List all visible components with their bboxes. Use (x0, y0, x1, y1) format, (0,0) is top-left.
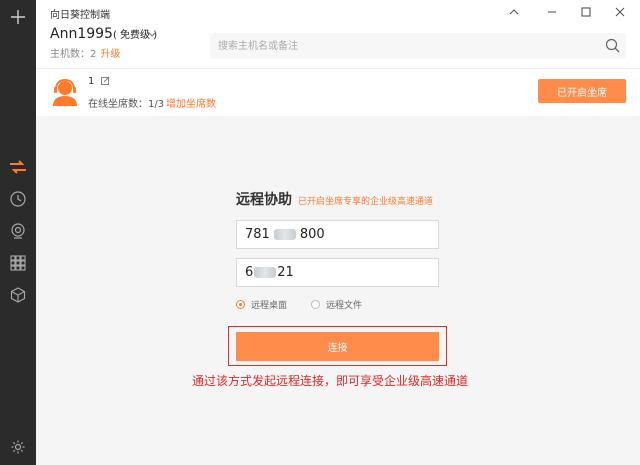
minimize-icon (548, 11, 556, 13)
redacted-digits (273, 229, 296, 240)
app-title: 向日葵控制端 (50, 10, 110, 21)
settings-button[interactable] (0, 432, 36, 462)
sidebar (0, 0, 36, 465)
cube-icon (10, 287, 26, 303)
highlight-box: 连接 (228, 326, 447, 366)
sidebar-item-devices[interactable] (0, 280, 36, 310)
upgrade-link[interactable]: 升级 (100, 49, 120, 60)
host-count-label: 主机数：2 (50, 49, 97, 60)
sidebar-item-history[interactable] (0, 184, 36, 214)
location-pin-icon (11, 223, 25, 239)
maximize-button[interactable] (574, 3, 598, 21)
close-button[interactable] (608, 3, 632, 21)
chevron-up-icon (509, 9, 519, 15)
remote-file-label: 远程文件 (326, 301, 363, 311)
verification-code-suffix: 21 (277, 265, 294, 280)
remote-file-radio[interactable] (311, 300, 321, 309)
redacted-digits (254, 267, 277, 278)
search-icon[interactable] (605, 38, 620, 53)
swap-arrows-icon (10, 160, 26, 174)
partner-id-suffix: 800 (299, 227, 325, 242)
partner-id-field[interactable]: 781 800 (236, 220, 439, 249)
mode-options: 远程桌面 远程文件 (236, 298, 362, 311)
plus-icon (11, 10, 25, 24)
panel-title: 远程协助 (236, 192, 292, 208)
sidebar-item-remote[interactable] (0, 152, 36, 182)
annotation-text: 通过该方式发起远程连接，即可享受企业级高速通道 (192, 374, 469, 388)
search-input[interactable] (218, 33, 588, 59)
remote-desktop-radio[interactable] (236, 300, 245, 309)
remote-desktop-label: 远程桌面 (251, 301, 288, 311)
add-button[interactable] (0, 2, 36, 32)
grid-icon (10, 255, 26, 271)
chevron-down-icon[interactable] (147, 30, 157, 38)
username: Ann1995 (50, 26, 113, 42)
partner-id-prefix: 781 (245, 227, 270, 242)
clock-icon (10, 191, 26, 207)
verification-code-field[interactable]: 6 21 (236, 258, 439, 287)
seat-enabled-button[interactable]: 已开启坐席 (538, 79, 626, 103)
gear-icon (11, 440, 25, 454)
seat-number: 1 (88, 76, 95, 87)
verification-code-prefix: 6 (245, 265, 254, 280)
sidebar-item-discover[interactable] (0, 216, 36, 246)
add-seats-link[interactable]: 增加坐席数 (166, 95, 216, 110)
sidebar-item-apps[interactable] (0, 248, 36, 278)
online-seat-count: 在线坐席数：1/3 (88, 99, 165, 110)
collapse-button[interactable] (502, 3, 526, 21)
host-count: 主机数：2 升级 (50, 45, 120, 60)
connect-button[interactable]: 连接 (236, 332, 439, 361)
search-box (210, 33, 626, 59)
panel-subtitle: 已开启坐席专享的企业级高速通道 (298, 197, 434, 207)
agent-avatar-icon (53, 78, 77, 106)
close-icon (615, 7, 625, 17)
remote-assist-panel: 远程协助 已开启坐席专享的企业级高速通道 781 800 6 21 远程桌面 远… (36, 116, 640, 465)
account-menu[interactable]: Ann1995( 免费级 ) (50, 26, 157, 42)
account-header: Ann1995( 免费级 ) 主机数：2 升级 (36, 24, 640, 68)
seat-bar: 1 在线坐席数：1/3 增加坐席数 已开启坐席 (36, 68, 640, 116)
minimize-button[interactable] (540, 3, 564, 21)
main-window: 向日葵控制端 Ann1995( 免费级 ) 主机数：2 升级 搜索主机名或备注 … (36, 0, 640, 465)
edit-icon[interactable] (101, 76, 110, 85)
title-bar: 向日葵控制端 (36, 0, 640, 24)
maximize-icon (581, 7, 591, 17)
